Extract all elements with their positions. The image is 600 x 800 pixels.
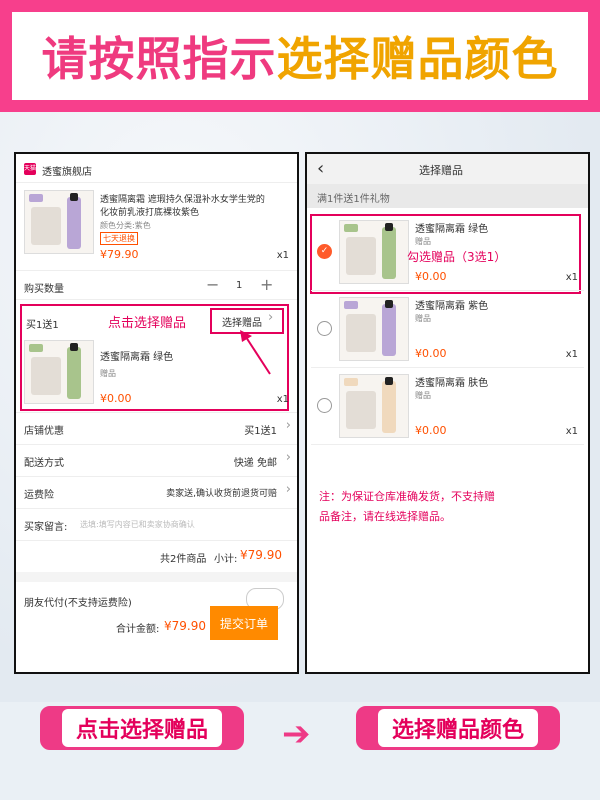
message-label: 买家留言: [24,522,68,533]
banner-title-part2: 选择赠品颜色 [276,32,559,86]
shop-discount-value[interactable]: 买1送1 [244,422,277,437]
note-line2: 品备注，请在线选择赠品。 [319,510,451,523]
message-input[interactable]: 选填:填写内容已和卖家协商确认 [80,519,195,530]
step1-label: 点击选择赠品 [61,709,222,747]
step2-label: 选择赠品颜色 [377,709,538,747]
shop-discount-label: 店铺优惠 [24,426,64,437]
gift-option-name: 透蜜隔离霜 绿色 [415,224,489,235]
store-name[interactable]: 透蜜旗舰店 [42,163,92,178]
product-price: ¥79.90 [100,248,139,261]
return-tag: 七天退换 [100,232,138,245]
radio-unchecked-icon[interactable] [317,398,332,413]
gift-option-label: 赠品 [415,237,431,246]
gift-option-label: 赠品 [415,314,431,323]
gift-thumbnail[interactable] [24,340,94,404]
product-title-line2[interactable]: 化妆前乳液打底裸妆紫色 [100,205,199,218]
click-select-gift-annotation: 点击选择赠品 [108,316,187,331]
gift-option-name: 透蜜隔离霜 肤色 [415,378,489,389]
product-qty: x1 [276,250,289,261]
quantity-label: 购买数量 [24,284,64,295]
gift-option-label: 赠品 [415,391,431,400]
quantity-plus-button[interactable]: + [260,275,273,294]
gift-option-qty: x1 [565,349,578,360]
gift-qty: x1 [276,394,289,405]
chevron-right-icon: › [285,418,291,433]
gift-option-qty: x1 [565,272,578,283]
insurance-label: 运费险 [24,490,54,501]
gift-option-price: ¥0.00 [415,347,447,360]
quantity-minus-button[interactable]: − [206,275,219,294]
radio-unchecked-icon[interactable] [317,321,332,336]
chevron-right-icon: › [285,482,291,497]
note-line1: 注：为保证仓库准确发货，不支持赠 [319,490,495,503]
gift-option-thumbnail [339,220,409,284]
step1-button: 点击选择赠品 [40,706,244,750]
gift-option-row[interactable]: 透蜜隔离霜 肤色 赠品 ¥0.00 x1 [311,370,584,445]
shipping-value[interactable]: 快递 免邮 [234,454,277,469]
total-value: ¥79.90 [164,619,206,633]
gift-option-thumbnail [339,374,409,438]
gift-name: 透蜜隔离霜 绿色 [100,352,174,363]
check-gift-annotation: 勾选赠品（3选1） [407,250,507,264]
step2-button: 选择赠品颜色 [356,706,560,750]
submit-order-button[interactable]: 提交订单 [210,606,278,640]
pointer-arrow-icon [240,330,271,375]
product-spec: 颜色分类:紫色 [100,221,151,230]
shipping-label: 配送方式 [24,458,64,469]
promo-label: 买1送1 [26,320,59,331]
arrow-right-icon: ➔ [282,714,311,754]
chevron-right-icon: › [268,310,274,325]
radio-checked-icon[interactable]: ✓ [317,244,332,259]
subtotal-label: 小计: [214,554,238,565]
gift-option-name: 透蜜隔离霜 紫色 [415,301,489,312]
banner-title-part1: 请按照指示 [41,32,277,86]
insurance-value[interactable]: 卖家送,确认收货前退货可赔 [166,486,277,499]
gift-option-price: ¥0.00 [415,270,447,283]
select-gift-title: 选择赠品 [419,164,463,177]
gift-option-row[interactable]: 透蜜隔离霜 紫色 赠品 ¥0.00 x1 [311,293,584,368]
select-gift-screen: ‹ 选择赠品 满1件送1件礼物 ✓ 透蜜隔离霜 绿色 赠品 ¥0.00 x1 透… [305,152,590,674]
select-gift-button[interactable]: 选择赠品 [222,314,262,329]
subtotal-value: ¥79.90 [240,548,282,562]
friend-pay-label: 朋友代付(不支持运费险) [24,598,132,609]
total-label: 合计金额: [116,624,160,635]
product-title-line1[interactable]: 透蜜隔离霜 遮瑕持久保湿补水女学生党的 [100,192,265,205]
banner-title: 请按照指示 选择赠品颜色 [12,12,588,100]
gift-option-qty: x1 [565,426,578,437]
top-banner: 请按照指示 选择赠品颜色 [0,0,600,112]
quantity-value[interactable]: 1 [236,280,242,291]
summary-count: 共2件商品 [160,554,207,565]
gift-option-thumbnail [339,297,409,361]
gift-label: 赠品 [100,369,116,378]
gift-option-price: ¥0.00 [415,424,447,437]
back-icon[interactable]: ‹ [317,158,324,179]
gift-price: ¥0.00 [100,392,132,405]
order-confirm-screen: 天猫 透蜜旗舰店 透蜜隔离霜 遮瑕持久保湿补水女学生党的 化妆前乳液打底裸妆紫色… [14,152,299,674]
product-thumbnail[interactable] [24,190,94,254]
store-logo-icon: 天猫 [24,163,36,175]
gift-rule: 满1件送1件礼物 [317,194,390,205]
chevron-right-icon: › [285,450,291,465]
